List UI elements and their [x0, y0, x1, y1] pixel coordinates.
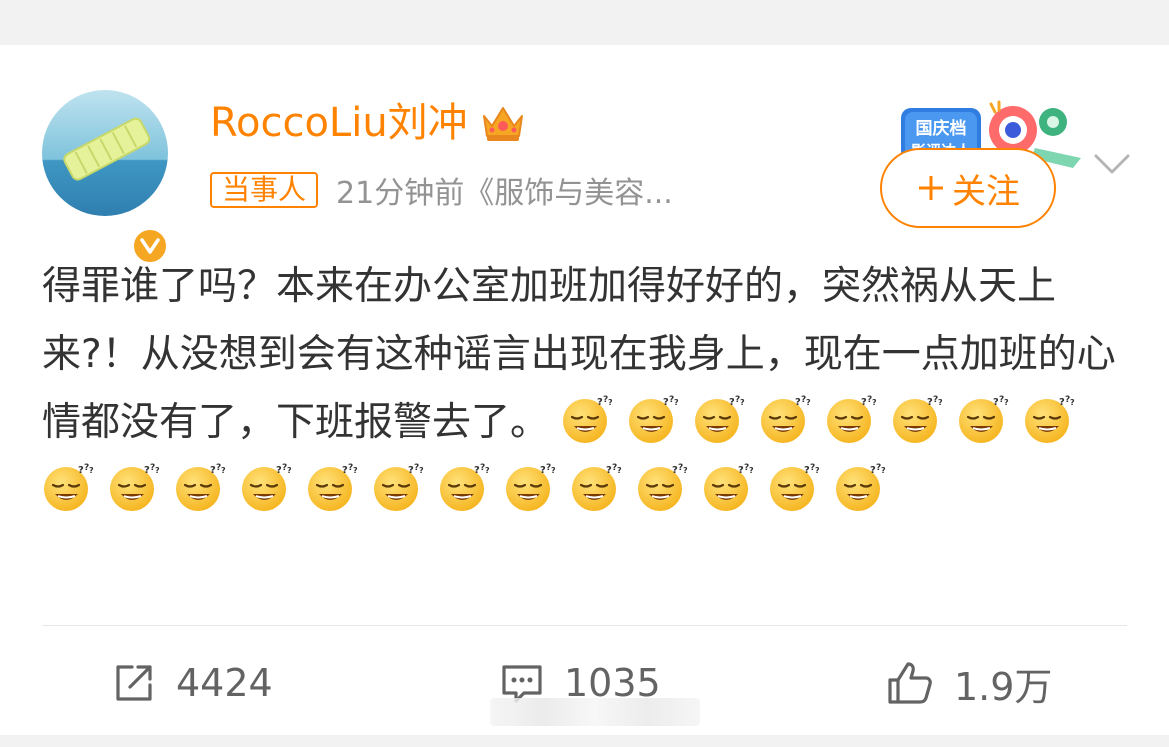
- like-button[interactable]: 1.9万: [886, 655, 1052, 711]
- crown-icon: [482, 107, 523, 141]
- sleepy-face-emoji: ???: [308, 463, 358, 511]
- svg-text:?: ?: [419, 466, 424, 475]
- repost-count: 4424: [176, 661, 273, 705]
- svg-text:?: ?: [815, 466, 820, 475]
- sleepy-face-emoji: ???: [110, 463, 160, 511]
- svg-text:?: ?: [1004, 398, 1009, 407]
- svg-text:?: ?: [485, 466, 490, 475]
- thumbs-up-icon: [888, 662, 932, 704]
- svg-text:?: ?: [89, 466, 94, 475]
- svg-text:?: ?: [608, 398, 613, 407]
- author-name[interactable]: RoccoLiu刘冲: [210, 98, 468, 148]
- post-card: RoccoLiu刘冲 当事人 21分钟前《服饰与美容... 国庆档 影评达人 关…: [0, 45, 1169, 735]
- sleepy-face-emoji: ???: [959, 395, 1009, 443]
- svg-text:?: ?: [938, 398, 943, 407]
- avatar-image: [42, 90, 168, 216]
- follow-label: 关注: [952, 171, 1020, 212]
- sleepy-face-emoji: ???: [374, 463, 424, 511]
- repost-button[interactable]: 4424: [112, 655, 273, 711]
- svg-text:?: ?: [617, 466, 622, 475]
- avatar[interactable]: [42, 90, 168, 216]
- sleepy-face-emoji: ???: [176, 463, 226, 511]
- chevron-down-icon[interactable]: [1092, 150, 1132, 178]
- sleepy-face-emoji: ???: [242, 463, 292, 511]
- meta-row: 当事人 21分钟前《服饰与美容...: [210, 168, 673, 212]
- like-count: 1.9万: [954, 664, 1053, 709]
- divider: [42, 625, 1127, 626]
- sleepy-face-emoji: ???: [836, 463, 886, 511]
- watermark: [490, 698, 700, 726]
- sleepy-face-emoji: ???: [563, 395, 613, 443]
- svg-text:?: ?: [872, 398, 877, 407]
- sleepy-face-emoji: ???: [638, 463, 688, 511]
- sleepy-face-emoji: ???: [440, 463, 490, 511]
- svg-text:?: ?: [155, 466, 160, 475]
- svg-text:?: ?: [353, 466, 358, 475]
- svg-text:?: ?: [740, 398, 745, 407]
- badge-line1: 国庆档: [916, 118, 967, 139]
- sleepy-face-emoji: ???: [704, 463, 754, 511]
- sleepy-face-emoji: ???: [44, 463, 94, 511]
- sleepy-face-emoji: ???: [629, 395, 679, 443]
- sleepy-face-emoji: ???: [770, 463, 820, 511]
- role-tag: 当事人: [210, 172, 319, 208]
- svg-text:?: ?: [749, 466, 754, 475]
- follow-button[interactable]: 关注: [880, 148, 1056, 228]
- svg-text:?: ?: [551, 466, 556, 475]
- svg-text:?: ?: [881, 466, 886, 475]
- sleepy-face-emoji: ???: [695, 395, 745, 443]
- sleepy-face-emoji: ???: [506, 463, 556, 511]
- svg-text:?: ?: [806, 398, 811, 407]
- author-row: RoccoLiu刘冲: [210, 98, 526, 148]
- sleepy-face-emoji: ???: [827, 395, 877, 443]
- svg-text:?: ?: [221, 466, 226, 475]
- sleepy-face-emoji: ???: [572, 463, 622, 511]
- svg-text:?: ?: [1070, 398, 1075, 407]
- repost-icon: [116, 665, 152, 701]
- post-meta[interactable]: 21分钟前《服饰与美容...: [336, 168, 673, 212]
- svg-text:?: ?: [683, 466, 688, 475]
- plus-icon: [919, 176, 943, 200]
- svg-text:?: ?: [674, 398, 679, 407]
- sleepy-face-emoji: ???: [1025, 395, 1075, 443]
- sleepy-face-emoji: ???: [893, 395, 943, 443]
- post-content: 得罪谁了吗？本来在办公室加班加得好好的，突然祸从天上来?！从没想到会有这种谣言出…: [42, 253, 1132, 525]
- svg-text:?: ?: [287, 466, 292, 475]
- sleepy-face-emoji: ???: [761, 395, 811, 443]
